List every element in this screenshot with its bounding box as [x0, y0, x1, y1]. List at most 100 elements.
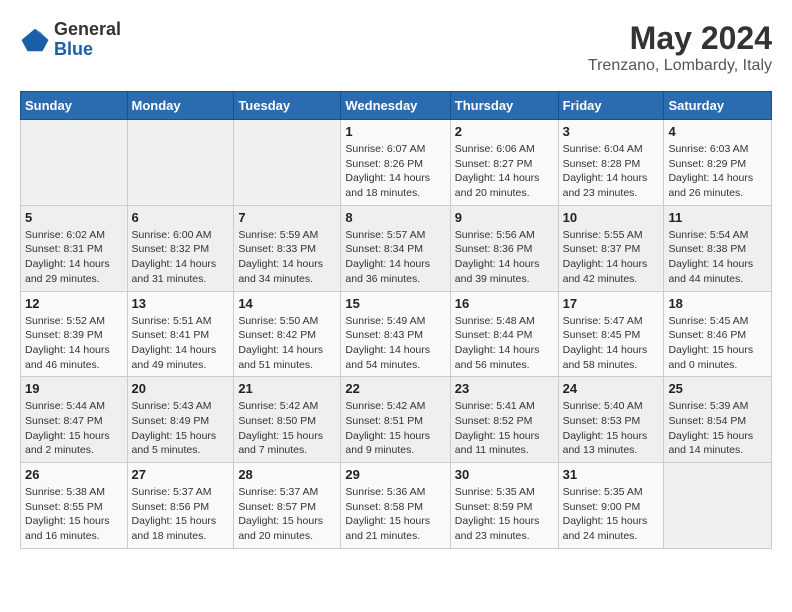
- calendar-cell: 16 Sunrise: 5:48 AM Sunset: 8:44 PM Dayli…: [450, 291, 558, 377]
- day-info: Sunrise: 6:07 AM Sunset: 8:26 PM Dayligh…: [345, 142, 445, 201]
- day-info: Sunrise: 5:57 AM Sunset: 8:34 PM Dayligh…: [345, 228, 445, 287]
- calendar-cell: 5Sunrise: 6:02 AM Sunset: 8:31 PM Daylig…: [21, 205, 128, 291]
- day-info: Sunrise: 5:54 AM Sunset: 8:38 PM Dayligh…: [668, 228, 767, 287]
- column-header-sunday: Sunday: [21, 92, 128, 120]
- calendar-cell: [664, 463, 772, 549]
- logo-icon: [20, 25, 50, 55]
- day-info: Sunrise: 5:45 AM Sunset: 8:46 PM Dayligh…: [668, 314, 767, 373]
- calendar-cell: 26 Sunrise: 5:38 AM Sunset: 8:55 PM Dayli…: [21, 463, 128, 549]
- day-info: Sunrise: 5:41 AM Sunset: 8:52 PM Dayligh…: [455, 399, 554, 458]
- calendar-cell: 10 Sunrise: 5:55 AM Sunset: 8:37 PM Dayli…: [558, 205, 664, 291]
- day-number: 15: [345, 296, 445, 311]
- day-info: Sunrise: 5:42 AM Sunset: 8:50 PM Dayligh…: [238, 399, 336, 458]
- calendar-cell: 24 Sunrise: 5:40 AM Sunset: 8:53 PM Dayli…: [558, 377, 664, 463]
- calendar-cell: 27 Sunrise: 5:37 AM Sunset: 8:56 PM Dayli…: [127, 463, 234, 549]
- day-number: 4: [668, 124, 767, 139]
- calendar-cell: 7 Sunrise: 5:59 AM Sunset: 8:33 PM Daylig…: [234, 205, 341, 291]
- day-info: Sunrise: 5:55 AM Sunset: 8:37 PM Dayligh…: [563, 228, 660, 287]
- header-row: SundayMondayTuesdayWednesdayThursdayFrid…: [21, 92, 772, 120]
- day-number: 5: [25, 210, 123, 225]
- column-header-tuesday: Tuesday: [234, 92, 341, 120]
- calendar-cell: 3Sunrise: 6:04 AM Sunset: 8:28 PM Daylig…: [558, 120, 664, 206]
- page-header: General Blue May 2024 Trenzano, Lombardy…: [20, 20, 772, 75]
- day-info: Sunrise: 5:44 AM Sunset: 8:47 PM Dayligh…: [25, 399, 123, 458]
- calendar-cell: 18 Sunrise: 5:45 AM Sunset: 8:46 PM Dayli…: [664, 291, 772, 377]
- calendar-cell: 22 Sunrise: 5:42 AM Sunset: 8:51 PM Dayli…: [341, 377, 450, 463]
- calendar-week-5: 26 Sunrise: 5:38 AM Sunset: 8:55 PM Dayli…: [21, 463, 772, 549]
- day-number: 16: [455, 296, 554, 311]
- day-number: 7: [238, 210, 336, 225]
- calendar-body: 1Sunrise: 6:07 AM Sunset: 8:26 PM Daylig…: [21, 120, 772, 549]
- day-info: Sunrise: 5:59 AM Sunset: 8:33 PM Dayligh…: [238, 228, 336, 287]
- day-info: Sunrise: 5:35 AM Sunset: 9:00 PM Dayligh…: [563, 485, 660, 544]
- day-info: Sunrise: 5:36 AM Sunset: 8:58 PM Dayligh…: [345, 485, 445, 544]
- calendar-cell: 1Sunrise: 6:07 AM Sunset: 8:26 PM Daylig…: [341, 120, 450, 206]
- column-header-wednesday: Wednesday: [341, 92, 450, 120]
- day-info: Sunrise: 5:50 AM Sunset: 8:42 PM Dayligh…: [238, 314, 336, 373]
- day-info: Sunrise: 5:51 AM Sunset: 8:41 PM Dayligh…: [132, 314, 230, 373]
- calendar-cell: [21, 120, 128, 206]
- logo-general: General: [54, 20, 121, 40]
- day-number: 3: [563, 124, 660, 139]
- calendar-cell: [234, 120, 341, 206]
- day-number: 31: [563, 467, 660, 482]
- day-number: 21: [238, 381, 336, 396]
- day-number: 20: [132, 381, 230, 396]
- column-header-saturday: Saturday: [664, 92, 772, 120]
- day-info: Sunrise: 5:37 AM Sunset: 8:57 PM Dayligh…: [238, 485, 336, 544]
- day-number: 12: [25, 296, 123, 311]
- day-number: 13: [132, 296, 230, 311]
- calendar-week-2: 5Sunrise: 6:02 AM Sunset: 8:31 PM Daylig…: [21, 205, 772, 291]
- calendar-table: SundayMondayTuesdayWednesdayThursdayFrid…: [20, 91, 772, 549]
- day-number: 8: [345, 210, 445, 225]
- title-block: May 2024 Trenzano, Lombardy, Italy: [588, 20, 772, 75]
- calendar-week-4: 19Sunrise: 5:44 AM Sunset: 8:47 PM Dayli…: [21, 377, 772, 463]
- calendar-cell: 11Sunrise: 5:54 AM Sunset: 8:38 PM Dayli…: [664, 205, 772, 291]
- day-info: Sunrise: 5:48 AM Sunset: 8:44 PM Dayligh…: [455, 314, 554, 373]
- calendar-cell: 30Sunrise: 5:35 AM Sunset: 8:59 PM Dayli…: [450, 463, 558, 549]
- calendar-cell: 19Sunrise: 5:44 AM Sunset: 8:47 PM Dayli…: [21, 377, 128, 463]
- day-info: Sunrise: 5:42 AM Sunset: 8:51 PM Dayligh…: [345, 399, 445, 458]
- calendar-cell: 14 Sunrise: 5:50 AM Sunset: 8:42 PM Dayli…: [234, 291, 341, 377]
- day-number: 22: [345, 381, 445, 396]
- calendar-week-3: 12Sunrise: 5:52 AM Sunset: 8:39 PM Dayli…: [21, 291, 772, 377]
- day-info: Sunrise: 5:49 AM Sunset: 8:43 PM Dayligh…: [345, 314, 445, 373]
- month-year-title: May 2024: [588, 20, 772, 57]
- day-info: Sunrise: 6:06 AM Sunset: 8:27 PM Dayligh…: [455, 142, 554, 201]
- calendar-header: SundayMondayTuesdayWednesdayThursdayFrid…: [21, 92, 772, 120]
- logo-blue: Blue: [54, 40, 121, 60]
- day-number: 6: [132, 210, 230, 225]
- day-number: 26: [25, 467, 123, 482]
- calendar-cell: 6Sunrise: 6:00 AM Sunset: 8:32 PM Daylig…: [127, 205, 234, 291]
- calendar-cell: 25 Sunrise: 5:39 AM Sunset: 8:54 PM Dayli…: [664, 377, 772, 463]
- logo: General Blue: [20, 20, 121, 60]
- day-number: 27: [132, 467, 230, 482]
- day-number: 30: [455, 467, 554, 482]
- calendar-cell: 17 Sunrise: 5:47 AM Sunset: 8:45 PM Dayli…: [558, 291, 664, 377]
- day-info: Sunrise: 5:38 AM Sunset: 8:55 PM Dayligh…: [25, 485, 123, 544]
- day-number: 25: [668, 381, 767, 396]
- day-number: 17: [563, 296, 660, 311]
- calendar-cell: 12Sunrise: 5:52 AM Sunset: 8:39 PM Dayli…: [21, 291, 128, 377]
- day-info: Sunrise: 5:47 AM Sunset: 8:45 PM Dayligh…: [563, 314, 660, 373]
- calendar-cell: 2 Sunrise: 6:06 AM Sunset: 8:27 PM Daylig…: [450, 120, 558, 206]
- calendar-cell: 31 Sunrise: 5:35 AM Sunset: 9:00 PM Dayli…: [558, 463, 664, 549]
- day-info: Sunrise: 5:40 AM Sunset: 8:53 PM Dayligh…: [563, 399, 660, 458]
- calendar-cell: 8 Sunrise: 5:57 AM Sunset: 8:34 PM Daylig…: [341, 205, 450, 291]
- day-number: 23: [455, 381, 554, 396]
- day-number: 18: [668, 296, 767, 311]
- day-info: Sunrise: 5:37 AM Sunset: 8:56 PM Dayligh…: [132, 485, 230, 544]
- day-info: Sunrise: 5:39 AM Sunset: 8:54 PM Dayligh…: [668, 399, 767, 458]
- day-number: 24: [563, 381, 660, 396]
- calendar-week-1: 1Sunrise: 6:07 AM Sunset: 8:26 PM Daylig…: [21, 120, 772, 206]
- day-info: Sunrise: 6:03 AM Sunset: 8:29 PM Dayligh…: [668, 142, 767, 201]
- day-number: 14: [238, 296, 336, 311]
- day-info: Sunrise: 5:43 AM Sunset: 8:49 PM Dayligh…: [132, 399, 230, 458]
- calendar-cell: 9Sunrise: 5:56 AM Sunset: 8:36 PM Daylig…: [450, 205, 558, 291]
- day-number: 2: [455, 124, 554, 139]
- day-info: Sunrise: 5:56 AM Sunset: 8:36 PM Dayligh…: [455, 228, 554, 287]
- calendar-cell: 15 Sunrise: 5:49 AM Sunset: 8:43 PM Dayli…: [341, 291, 450, 377]
- day-number: 10: [563, 210, 660, 225]
- calendar-cell: 29Sunrise: 5:36 AM Sunset: 8:58 PM Dayli…: [341, 463, 450, 549]
- column-header-monday: Monday: [127, 92, 234, 120]
